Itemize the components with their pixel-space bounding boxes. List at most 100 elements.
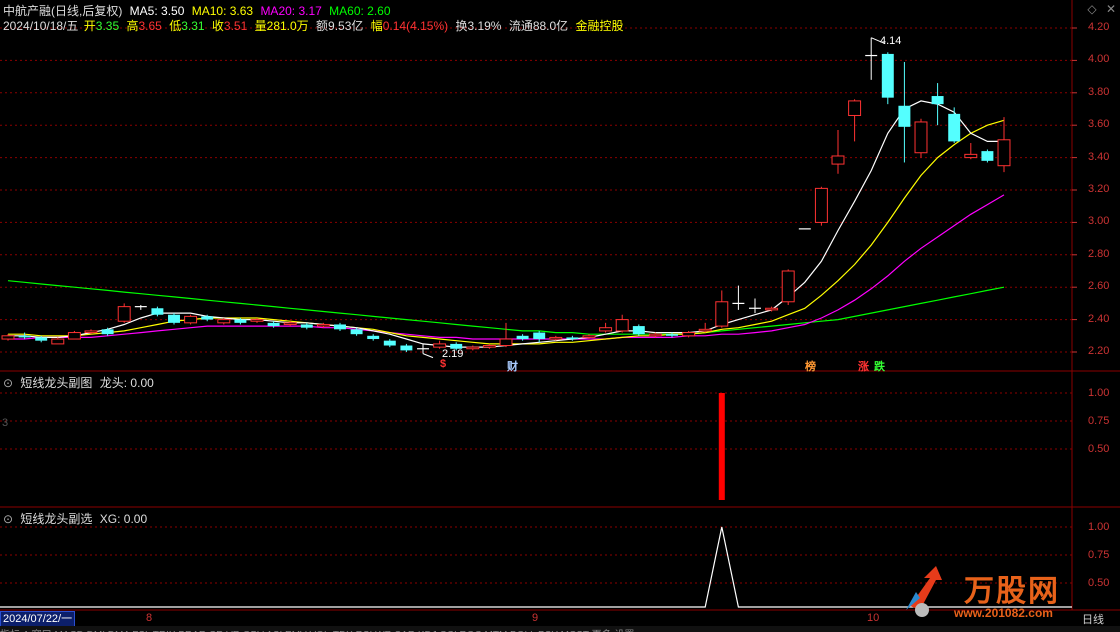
candle-body (848, 100, 862, 116)
candle-body (914, 121, 928, 154)
sub2-title[interactable]: 短线龙头副选 (20, 512, 92, 526)
candle-body (383, 340, 396, 346)
ma60-label: MA60: 2.60 (329, 4, 391, 18)
candle-body (715, 301, 729, 327)
candle-body (948, 113, 961, 142)
price-tick-label: 4.00 (1088, 53, 1110, 66)
candle-body (184, 315, 198, 324)
sub1-left-number: 3 (2, 417, 9, 429)
low-value: 3.31 (181, 19, 205, 33)
marker-dollar[interactable]: $ (440, 358, 446, 370)
sub2-header: ⊙ 短线龙头副选 XG: 0.00 (3, 510, 151, 527)
price-tick-label: 2.40 (1088, 312, 1110, 325)
candle-body (151, 308, 164, 315)
sub1-header: ⊙ 短线龙头副图 龙头: 0.00 (3, 374, 158, 391)
candle-body (101, 329, 114, 335)
candle-body (682, 332, 696, 337)
close-label: 收 (211, 19, 224, 33)
sub1-value: 龙头: 0.00 (99, 376, 154, 390)
candle-body (533, 332, 546, 340)
sub2-axis-1: 1.00 (1088, 521, 1110, 533)
ma20-label: MA20: 3.17 (260, 4, 322, 18)
open-label: 开 (83, 19, 96, 33)
diamond-icon[interactable]: ◇ (1087, 2, 1096, 16)
marker-rise[interactable]: 涨 (858, 358, 869, 374)
price-tick-label: 3.40 (1088, 150, 1110, 163)
high-value: 3.65 (138, 19, 162, 33)
candle-body (1, 335, 15, 340)
price-tick-label: 4.20 (1088, 21, 1110, 33)
high-price-annotation: 4.14 (880, 35, 902, 47)
candle-body (84, 330, 98, 334)
candle-body (433, 343, 447, 348)
candle-body (781, 270, 795, 303)
candle-body (981, 151, 994, 161)
candle-body (18, 335, 31, 338)
candle-body (931, 96, 944, 105)
ma10-label: MA10: 3.63 (191, 4, 254, 18)
open-value: 3.35 (95, 19, 120, 33)
sub1-title[interactable]: 短线龙头副图 (20, 376, 92, 390)
candle-body (168, 314, 180, 323)
logo-url: www.201082.com (954, 606, 1053, 620)
price-tick-label: 3.60 (1088, 118, 1110, 131)
candle-body (599, 327, 613, 332)
candle-body (615, 319, 629, 332)
candle-body (814, 187, 828, 223)
ma20-line (8, 194, 1005, 340)
candle-body (698, 328, 712, 332)
candle-body (964, 153, 978, 159)
candle-body (267, 322, 280, 327)
candle-body (666, 334, 678, 336)
date-label: 2024/10/18/五 (3, 19, 79, 33)
price-tick-label: 3.80 (1088, 85, 1110, 98)
candle-body (516, 335, 529, 340)
site-logo: 万股网 www.201082.com (902, 566, 1102, 629)
low-label: 低 (169, 19, 182, 33)
sub1-axis-1: 1.00 (1088, 387, 1110, 399)
volume-label: 量 (254, 19, 267, 33)
month-label-9: 9 (532, 612, 539, 624)
low-pointer (422, 353, 434, 359)
price-chart[interactable] (0, 0, 1120, 632)
candle-body (898, 105, 911, 127)
sub1-axis-05: 0.50 (1088, 443, 1110, 455)
candle-body (482, 345, 496, 348)
chevron-down-icon[interactable]: ⊙ (3, 376, 13, 390)
price-tick-label: 2.20 (1088, 345, 1110, 357)
chevron-down-icon-2[interactable]: ⊙ (3, 512, 13, 526)
turnover-value: 换3.19% (455, 19, 502, 33)
candle-body (250, 319, 264, 322)
stock-title[interactable]: 中航产融(日线,后复权) (3, 4, 122, 18)
marker-rank[interactable]: 榜 (805, 358, 816, 374)
month-label-8: 8 (146, 612, 153, 624)
candle-body (997, 139, 1011, 167)
high-label: 高 (126, 19, 139, 33)
candle-body (566, 337, 579, 340)
sub2-value: XG: 0.00 (99, 512, 148, 526)
candle-body (499, 338, 513, 347)
candle-body (217, 319, 231, 324)
candle-body (300, 324, 313, 328)
marker-finance[interactable]: 财 (507, 358, 518, 374)
float-value: 流通88.0亿 (508, 19, 569, 33)
candle-body (632, 326, 645, 335)
logo-name: 万股网 (964, 575, 1060, 608)
candle-body (234, 319, 247, 323)
price-tick-label: 3.20 (1088, 183, 1110, 195)
marker-fall[interactable]: 跌 (874, 358, 885, 374)
candle-body (334, 324, 346, 330)
sector-tag[interactable]: 金融控股 (576, 19, 624, 33)
candle-body (831, 155, 845, 165)
candle-body (316, 323, 330, 327)
chart-header-quote: 2024/10/18/五 开3.35 高3.65 低3.31 收3.51 量28… (3, 17, 628, 34)
sub1-signal-bar (718, 393, 725, 500)
price-tick-label: 2.60 (1088, 280, 1110, 293)
sub1-axis-075: 0.75 (1088, 415, 1110, 427)
candle-body (466, 346, 480, 350)
close-icon[interactable]: ✕ (1106, 2, 1116, 16)
candle-body (67, 332, 81, 340)
candle-body (648, 333, 662, 337)
change-value: 0.14(4.15%) (382, 19, 449, 33)
candle-body (117, 306, 131, 322)
